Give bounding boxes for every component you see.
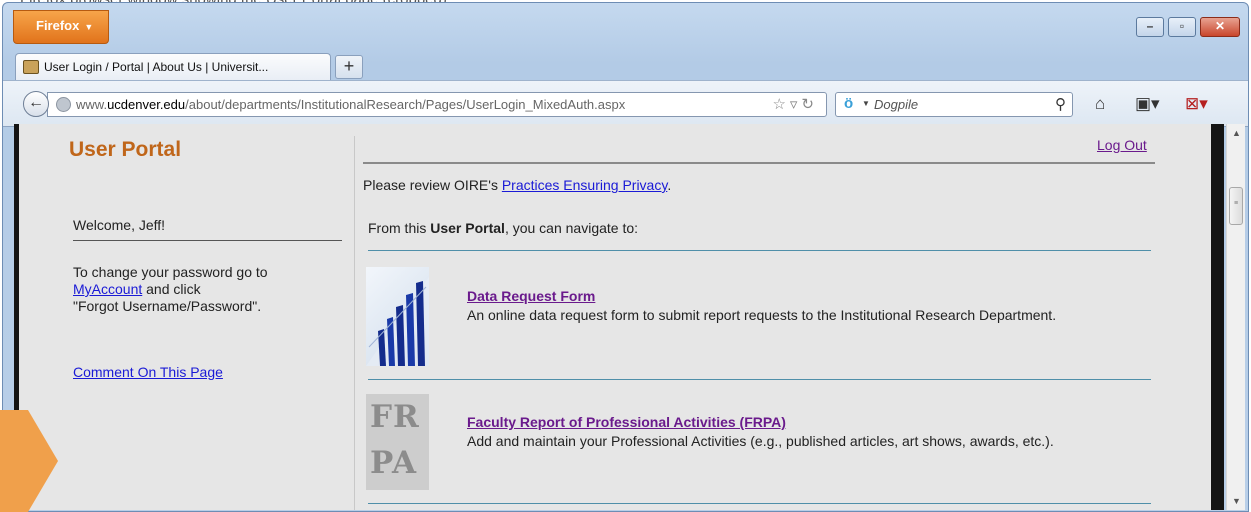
page-title: User Portal (69, 138, 182, 161)
password-note-line1: To change your password go to (73, 264, 268, 280)
plus-icon: + (343, 56, 355, 76)
firefox-menu-label: Firefox (36, 18, 80, 33)
close-icon: ✕ (1214, 19, 1226, 33)
bar-chart-icon (366, 277, 429, 366)
bookmarks-icon[interactable]: ▣▾ (1135, 94, 1160, 114)
top-divider (363, 162, 1155, 164)
password-note-line3: "Forgot Username/Password". (73, 298, 262, 314)
frpa-description: Add and maintain your Professional Activ… (467, 433, 1054, 449)
bookmark-star-icon[interactable]: ☆ (772, 96, 789, 113)
scrollbar-thumb[interactable]: ≡ (1229, 187, 1243, 225)
list-divider (368, 379, 1151, 380)
navigate-suffix: , you can navigate to: (504, 220, 639, 236)
maximize-icon: ▫ (1179, 19, 1185, 33)
myaccount-link[interactable]: MyAccount (73, 281, 142, 297)
pointer-arrow-icon (0, 410, 58, 512)
scroll-up-icon[interactable]: ▲ (1232, 128, 1241, 138)
scroll-down-icon[interactable]: ▼ (1232, 496, 1241, 506)
sidebar-divider (73, 240, 342, 241)
privacy-suffix: . (667, 177, 672, 193)
password-note-line2: and click (142, 281, 201, 297)
url-actions: ☆▿↻ (772, 95, 818, 113)
url-path: /about/departments/InstitutionalResearch… (185, 97, 626, 112)
frpa-thumbnail-text: FR PA (370, 394, 420, 486)
url-bar[interactable]: www.ucdenver.edu/about/departments/Insti… (47, 92, 827, 117)
logout-link[interactable]: Log Out (1097, 137, 1147, 153)
password-note: To change your password go to MyAccount … (73, 264, 353, 315)
search-icon[interactable]: ⚲ (1055, 95, 1066, 113)
content-viewport: User Portal Welcome, Jeff! To change you… (14, 124, 1224, 510)
home-icon[interactable]: ⌂ (1095, 94, 1105, 114)
data-request-thumbnail[interactable] (366, 267, 429, 366)
chevron-down-icon: ▼ (84, 21, 94, 32)
close-button[interactable]: ✕ (1200, 17, 1240, 37)
search-placeholder: Dogpile (874, 97, 919, 112)
maximize-button[interactable]: ▫ (1168, 17, 1196, 37)
privacy-prefix: Please review OIRE's (363, 177, 502, 193)
column-divider (354, 136, 355, 510)
frpa-thumbnail[interactable]: FR PA (366, 394, 429, 490)
favicon-icon (23, 60, 39, 74)
new-tab-button[interactable]: + (335, 55, 363, 79)
navigate-intro: From this User Portal, you can navigate … (368, 220, 638, 236)
data-request-form-description: An online data request form to submit re… (467, 307, 1057, 323)
tab-title: User Login / Portal | About Us | Univers… (44, 60, 269, 74)
vertical-scrollbar[interactable]: ▲ ≡ ▼ (1226, 124, 1245, 510)
grip-icon: ≡ (1234, 200, 1239, 207)
data-request-form-link[interactable]: Data Request Form (467, 288, 595, 304)
url-domain: ucdenver.edu (107, 97, 186, 112)
search-bar[interactable]: ö ▼ Dogpile ⚲ (835, 92, 1073, 117)
chevron-down-icon: ▼ (862, 99, 870, 108)
history-dropdown-icon[interactable]: ▿ (790, 96, 802, 113)
window-controls: – ▫ ✕ (1136, 17, 1240, 37)
pdf-tool-icon[interactable]: ⊠▾ (1185, 94, 1208, 114)
site-identity-icon (56, 97, 71, 112)
url-text: www.ucdenver.edu/about/departments/Insti… (76, 97, 625, 112)
search-engine-icon[interactable]: ö (844, 95, 853, 112)
privacy-link[interactable]: Practices Ensuring Privacy (502, 177, 667, 193)
minimize-icon: – (1146, 19, 1154, 33)
frpa-thumb-line1: FR (370, 399, 420, 435)
navigation-bar: www.ucdenver.edu/about/departments/Insti… (3, 80, 1248, 127)
navigate-bold: User Portal (430, 220, 505, 236)
firefox-menu-button[interactable]: Firefox ▼ (13, 10, 109, 44)
navigate-prefix: From this (368, 220, 431, 236)
list-divider (368, 250, 1151, 251)
comment-link[interactable]: Comment On This Page (73, 364, 223, 380)
frpa-link[interactable]: Faculty Report of Professional Activitie… (467, 414, 786, 430)
url-prefix: www. (76, 97, 108, 112)
page-body: User Portal Welcome, Jeff! To change you… (19, 124, 1211, 510)
privacy-notice: Please review OIRE's Practices Ensuring … (363, 177, 671, 193)
welcome-text: Welcome, Jeff! (73, 217, 166, 233)
back-button[interactable]: ← (23, 91, 49, 117)
back-arrow-icon: ← (28, 94, 44, 111)
frpa-thumb-line2: PA (370, 445, 418, 481)
minimize-button[interactable]: – (1136, 17, 1164, 37)
reload-icon[interactable]: ↻ (801, 96, 818, 113)
list-divider (368, 503, 1151, 504)
tab-user-portal[interactable]: User Login / Portal | About Us | Univers… (15, 53, 331, 80)
